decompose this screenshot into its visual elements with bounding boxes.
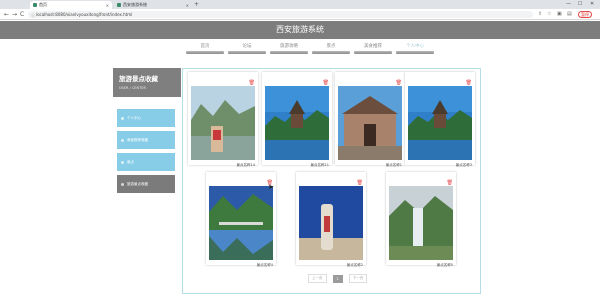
attraction-photo <box>191 86 255 160</box>
browser-tab-bar: 首页 ✕ 西安旅游系统 ✕ + — ☐ ✕ <box>0 0 600 9</box>
favorite-card[interactable]: 🗑 景点名称11 <box>262 72 332 167</box>
nav-item-attractions[interactable]: 景点 <box>312 43 350 54</box>
page-number-button[interactable]: 1 <box>332 274 343 283</box>
close-tab-icon[interactable]: ✕ <box>106 3 109 8</box>
sidebar-item-attraction-favorites[interactable]: 旅游景点收藏 <box>117 175 175 193</box>
browser-address-bar: ← → C ⓘ localhost:8080/xianlvyouxitong/f… <box>0 9 600 20</box>
nav-item-label: 个人中心 <box>406 44 424 49</box>
attraction-photo <box>408 86 472 160</box>
favorite-card[interactable]: 🗑 景点名称5 <box>386 172 456 267</box>
url-text: localhost:8080/xianlvyouxitong/front/ind… <box>36 12 133 17</box>
favorite-card[interactable]: 🗑 景点名称14 <box>188 72 258 167</box>
favorite-card[interactable]: 🗑 景点名称2 <box>296 172 366 267</box>
profile-button[interactable]: 暂停 <box>578 11 592 18</box>
nav-item-label: 景点 <box>326 44 336 49</box>
site-favicon-icon <box>117 3 121 7</box>
card-label: 景点名称5 <box>436 263 453 267</box>
card-label: 景点名称14 <box>236 163 255 167</box>
site-title: 西安旅游系统 <box>0 21 600 39</box>
browser-tab-title: 首页 <box>39 2 47 7</box>
sidebar-item-user-center[interactable]: 个人中心 <box>117 109 175 127</box>
attraction-photo <box>389 186 453 260</box>
share-icon[interactable]: ⇪ <box>538 11 542 17</box>
browser-tab-home[interactable]: 首页 ✕ <box>30 1 112 9</box>
prev-page-button[interactable]: 上一页 <box>308 274 327 283</box>
nav-item-bar <box>270 51 308 54</box>
nav-item-label: 论坛 <box>242 44 252 49</box>
card-label: 景点名称4 <box>256 263 273 267</box>
url-field[interactable]: ⓘ localhost:8080/xianlvyouxitong/front/i… <box>28 11 533 18</box>
card-label: 景点名称11 <box>310 163 329 167</box>
attraction-photo <box>209 186 273 260</box>
sidebar-subtitle: USER / CENTER <box>119 86 146 90</box>
bullet-icon <box>121 116 124 120</box>
bullet-icon <box>121 160 124 164</box>
main-nav: 首页 论坛 旅游攻略 景点 美食推荐 个人中心 <box>186 43 434 54</box>
sidebar-title: 旅游景点收藏 <box>119 75 158 83</box>
nav-item-bar <box>312 51 350 54</box>
attraction-photo <box>338 86 402 160</box>
bullet-icon <box>121 138 124 142</box>
info-icon[interactable]: ⓘ <box>31 12 35 19</box>
nav-item-label: 美食推荐 <box>364 44 382 49</box>
close-window-button[interactable]: ✕ <box>590 1 594 7</box>
sidebar-item-label: 旅游景点收藏 <box>127 182 148 186</box>
mouse-cursor-icon: ➤ <box>268 183 274 191</box>
back-button[interactable]: ← <box>4 11 9 18</box>
site-favicon-icon <box>33 3 37 7</box>
card-label: 景点名称2 <box>346 263 363 267</box>
nav-item-label: 旅游攻略 <box>280 44 298 49</box>
nav-item-bar <box>228 51 266 54</box>
reload-button[interactable]: C <box>20 11 24 18</box>
close-tab-icon[interactable]: ✕ <box>186 3 189 8</box>
forward-button[interactable]: → <box>12 11 17 18</box>
bullet-icon <box>121 182 124 186</box>
nav-item-forum[interactable]: 论坛 <box>228 43 266 54</box>
attraction-photo <box>265 86 329 160</box>
next-page-button[interactable]: 下一页 <box>348 274 368 283</box>
card-label: 景点名称3 <box>455 163 472 167</box>
sidebar-item-label: 个人中心 <box>127 116 141 120</box>
pagination: 上一页 1 下一页 <box>308 274 368 283</box>
nav-item-bar <box>396 51 434 54</box>
sidebar-item-attractions[interactable]: 景点 <box>117 153 175 171</box>
card-label: 景点名称1 <box>385 163 402 167</box>
nav-item-label: 首页 <box>200 44 210 49</box>
sidebar-header: 旅游景点收藏 USER / CENTER <box>113 68 181 97</box>
attraction-photo <box>299 186 363 260</box>
nav-item-user-center[interactable]: 个人中心 <box>396 43 434 54</box>
sidebar-item-food-favorites[interactable]: 美食推荐收藏 <box>117 131 175 149</box>
nav-item-bar <box>354 51 392 54</box>
browser-tab-title: 西安旅游系统 <box>123 2 147 7</box>
nav-item-food[interactable]: 美食推荐 <box>354 43 392 54</box>
nav-item-guides[interactable]: 旅游攻略 <box>270 43 308 54</box>
nav-item-bar <box>186 51 224 54</box>
favorite-card[interactable]: 🗑 景点名称4 <box>206 172 276 267</box>
minimize-window-button[interactable]: — <box>566 1 571 7</box>
sidebar-item-label: 景点 <box>127 160 134 164</box>
nav-item-home[interactable]: 首页 <box>186 43 224 54</box>
maximize-window-button[interactable]: ☐ <box>578 1 582 7</box>
bookmark-star-icon[interactable]: ☆ <box>547 11 551 17</box>
favorite-card[interactable]: 🗑 景点名称1 <box>335 72 405 167</box>
sidebar-icon[interactable]: ▤ <box>567 11 572 17</box>
browser-tab-system[interactable]: 西安旅游系统 ✕ <box>114 1 192 9</box>
extensions-icon[interactable]: ▣ <box>557 11 562 17</box>
new-tab-button[interactable]: + <box>194 1 199 8</box>
sidebar-item-label: 美食推荐收藏 <box>127 138 148 142</box>
favorite-card[interactable]: 🗑 景点名称3 <box>405 72 475 167</box>
